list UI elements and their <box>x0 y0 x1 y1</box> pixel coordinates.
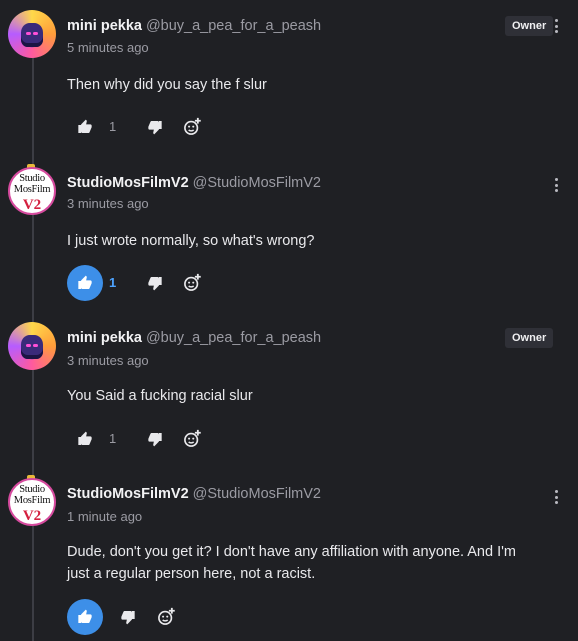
dislike-button[interactable] <box>145 117 165 137</box>
thumbs-up-icon <box>78 431 92 445</box>
like-count: 1 <box>109 431 117 446</box>
thumbs-up-icon <box>78 609 92 623</box>
avatar-eye <box>26 344 31 347</box>
timestamp[interactable]: 1 minute ago <box>67 509 142 524</box>
avatar-face <box>21 23 43 47</box>
user-handle[interactable]: @StudioMosFilmV2 <box>193 486 321 502</box>
add-emoji-button[interactable] <box>155 606 177 628</box>
avatar-text: Studio <box>19 172 45 184</box>
add-emoji-icon <box>184 117 201 135</box>
username[interactable]: mini pekka <box>67 18 142 34</box>
avatar-text: V2 <box>22 507 42 524</box>
dislike-button[interactable] <box>145 429 165 449</box>
thumbs-down-icon <box>148 277 162 291</box>
thumbs-up-icon <box>78 275 92 289</box>
add-emoji-button[interactable] <box>181 272 203 294</box>
comment-actions <box>67 599 267 635</box>
user-handle[interactable]: @StudioMosFilmV2 <box>193 175 321 191</box>
avatar-eye <box>26 32 31 35</box>
like-count: 1 <box>109 119 117 134</box>
timestamp[interactable]: 3 minutes ago <box>67 353 149 368</box>
dislike-button[interactable] <box>118 607 138 627</box>
username[interactable]: StudioMosFilmV2 <box>67 175 189 191</box>
comment-actions: 1 <box>67 109 267 145</box>
thumbs-down-icon <box>121 611 135 625</box>
thumbs-up-icon <box>78 119 92 133</box>
like-button[interactable] <box>67 421 103 457</box>
add-emoji-button[interactable] <box>181 116 203 138</box>
username[interactable]: StudioMosFilmV2 <box>67 486 189 502</box>
like-button[interactable] <box>67 265 103 301</box>
avatar-text: Studio <box>19 483 45 495</box>
dislike-button[interactable] <box>145 273 165 293</box>
add-emoji-button[interactable] <box>181 428 203 450</box>
owner-badge: Owner <box>505 328 554 348</box>
more-vertical-icon[interactable] <box>551 488 561 506</box>
user-handle[interactable]: @buy_a_pea_for_a_peash <box>146 330 321 346</box>
add-emoji-icon <box>184 273 201 291</box>
more-vertical-icon[interactable] <box>551 17 561 35</box>
avatar-eye <box>33 32 38 35</box>
username[interactable]: mini pekka <box>67 330 142 346</box>
mini-pekka-avatar[interactable] <box>8 322 56 370</box>
comment-header: mini pekka @buy_a_pea_for_a_peash <box>67 330 321 346</box>
comment-header: StudioMosFilmV2 @StudioMosFilmV2 <box>67 486 321 502</box>
comment-actions: 1 <box>67 265 267 301</box>
comment-header: mini pekka @buy_a_pea_for_a_peash <box>67 18 321 34</box>
thumbs-down-icon <box>148 433 162 447</box>
avatar-face <box>21 335 43 359</box>
comment-header: StudioMosFilmV2 @StudioMosFilmV2 <box>67 175 321 191</box>
avatar-eye <box>33 344 38 347</box>
add-emoji-icon <box>184 429 201 447</box>
user-handle[interactable]: @buy_a_pea_for_a_peash <box>146 18 321 34</box>
more-vertical-icon[interactable] <box>551 176 561 194</box>
avatar-text: MosFilm <box>13 495 51 506</box>
comment: Studio MosFilm V2 StudioMosFilmV2 @Studio… <box>0 164 578 315</box>
like-button[interactable] <box>67 109 103 145</box>
comment-text: I just wrote normally, so what's wrong? <box>67 233 315 249</box>
comment: mini pekka @buy_a_pea_for_a_peash 5 minut… <box>0 10 578 150</box>
studiomosfilm-avatar[interactable]: Studio MosFilm V2 <box>8 167 56 215</box>
comment: Studio MosFilm V2 StudioMosFilmV2 @Studio… <box>0 475 578 641</box>
like-button[interactable] <box>67 599 103 635</box>
comment-text: Then why did you say the f slur <box>67 77 267 93</box>
comment: mini pekka @buy_a_pea_for_a_peash 3 minut… <box>0 322 578 462</box>
owner-badge: Owner <box>505 16 554 36</box>
add-emoji-icon <box>158 607 175 625</box>
timestamp[interactable]: 5 minutes ago <box>67 40 149 55</box>
comment-actions: 1 <box>67 421 267 457</box>
timestamp[interactable]: 3 minutes ago <box>67 196 149 211</box>
studiomosfilm-avatar[interactable]: Studio MosFilm V2 <box>8 478 56 526</box>
like-count: 1 <box>109 275 117 290</box>
avatar-text: V2 <box>22 196 42 213</box>
comment-text: You Said a fucking racial slur <box>67 388 253 404</box>
thumbs-down-icon <box>148 121 162 135</box>
comment-text: Dude, don't you get it? I don't have any… <box>67 544 516 582</box>
mini-pekka-avatar[interactable] <box>8 10 56 58</box>
avatar-text: MosFilm <box>13 184 51 195</box>
